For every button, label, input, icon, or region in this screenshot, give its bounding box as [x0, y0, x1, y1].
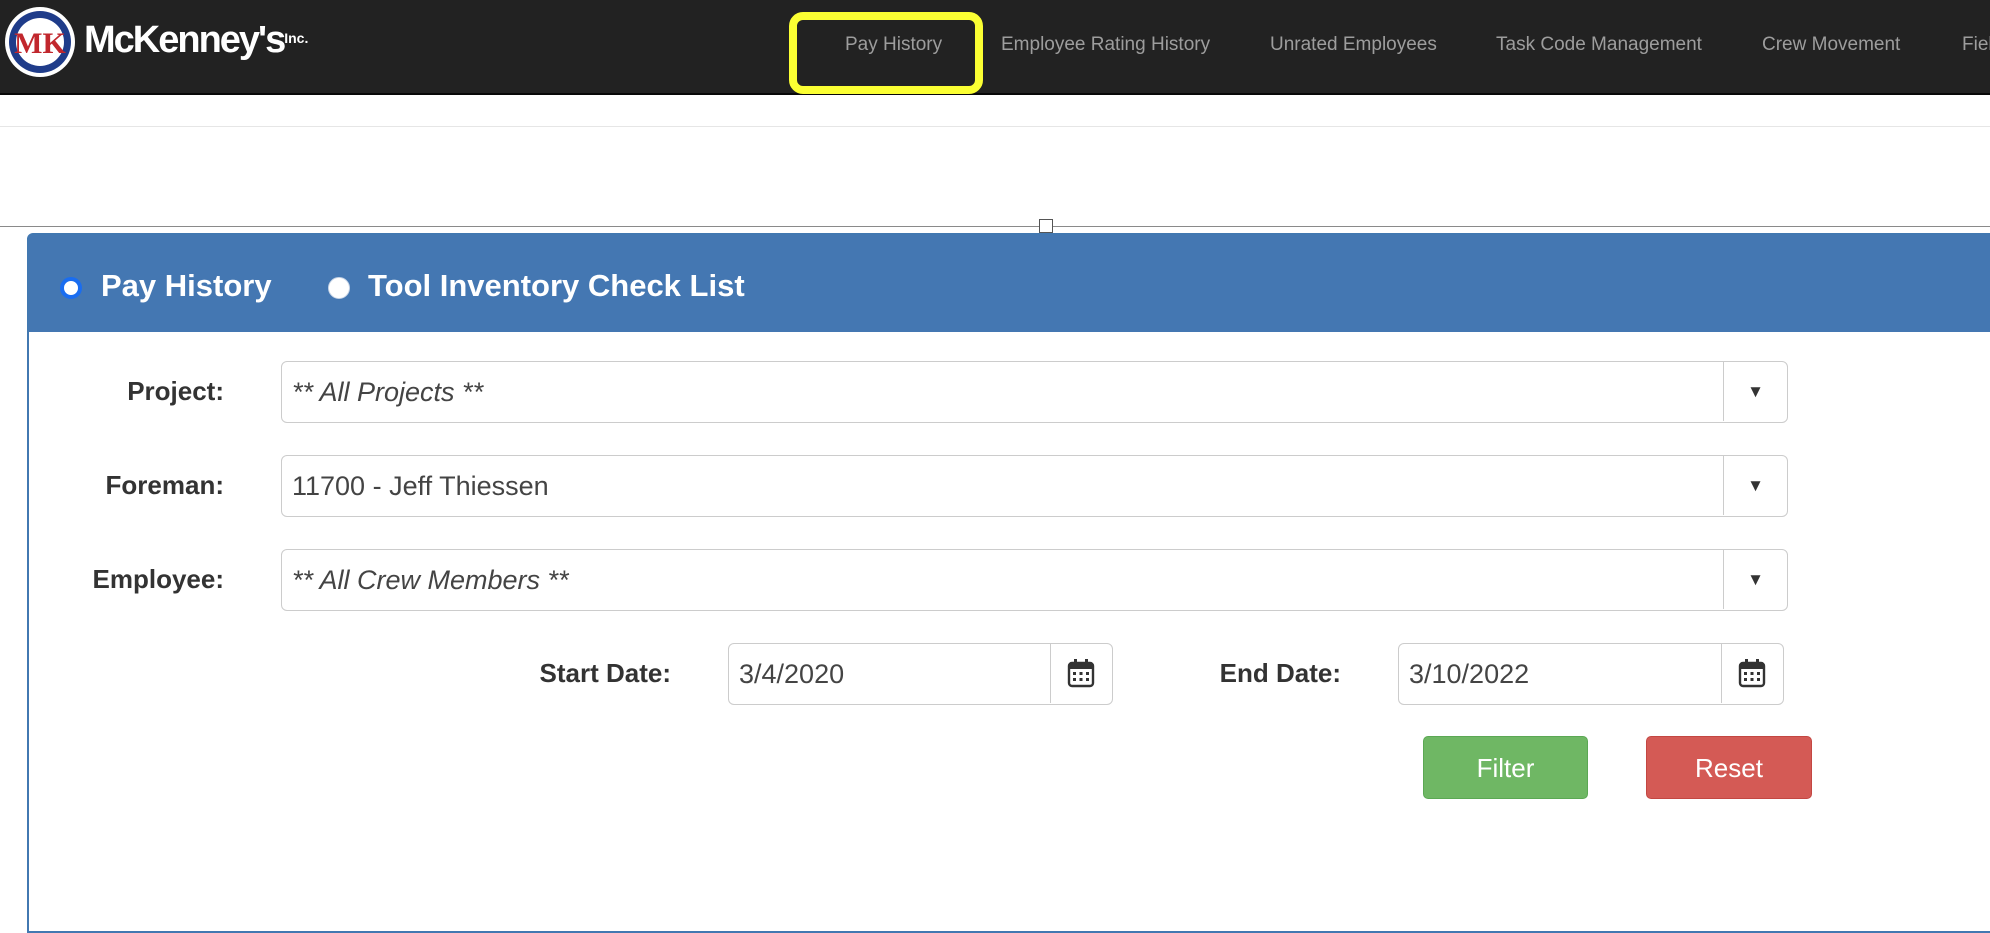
radio-label-tool-inventory[interactable]: Tool Inventory Check List: [368, 266, 745, 306]
mk-logo-icon[interactable]: MK: [4, 6, 76, 78]
divider: [0, 126, 1990, 127]
employee-select[interactable]: ** All Crew Members ** ▼: [281, 549, 1788, 611]
brand-text: McKenney's: [84, 19, 286, 61]
end-date-field[interactable]: 3/10/2022: [1398, 643, 1784, 705]
chevron-down-icon[interactable]: ▼: [1723, 550, 1787, 609]
radio-tool-inventory[interactable]: [328, 277, 350, 299]
brand-suffix: Inc.: [284, 30, 309, 46]
project-select[interactable]: ** All Projects ** ▼: [281, 361, 1788, 423]
calendar-icon: [1067, 659, 1095, 688]
chevron-down-icon[interactable]: ▼: [1723, 456, 1787, 515]
start-date-label: Start Date:: [539, 658, 671, 688]
nav-item-task-code-management[interactable]: Task Code Management: [1496, 0, 1702, 93]
employee-select-value: ** All Crew Members **: [292, 565, 569, 595]
start-date-field[interactable]: 3/4/2020: [728, 643, 1113, 705]
calendar-icon: [1738, 659, 1766, 688]
nav-item-employee-rating-history[interactable]: Employee Rating History: [1001, 0, 1210, 93]
nav-item-crew-movement[interactable]: Crew Movement: [1762, 0, 1900, 93]
logo-letters: MK: [14, 27, 66, 60]
start-date-calendar-button[interactable]: [1050, 644, 1112, 703]
filter-button[interactable]: Filter: [1423, 736, 1588, 799]
nav-item-pay-history[interactable]: Pay History: [845, 0, 942, 93]
nav-item-unrated-employees[interactable]: Unrated Employees: [1270, 0, 1437, 93]
radio-pay-history[interactable]: [60, 277, 82, 299]
top-navbar: MK McKenney'sInc. Pay History Employee R…: [0, 0, 1990, 95]
panel-heading: Pay History Tool Inventory Check List: [29, 235, 1990, 332]
radio-label-pay-history[interactable]: Pay History: [101, 266, 272, 306]
foreman-select-value: 11700 - Jeff Thiessen: [292, 471, 549, 501]
project-label: Project:: [127, 376, 224, 406]
end-date-calendar-button[interactable]: [1721, 644, 1783, 703]
foreman-select[interactable]: 11700 - Jeff Thiessen ▼: [281, 455, 1788, 517]
end-date-value: 3/10/2022: [1409, 659, 1530, 689]
nav-item-field[interactable]: Fiel: [1962, 0, 1990, 93]
end-date-label: End Date:: [1219, 658, 1341, 688]
chevron-down-icon[interactable]: ▼: [1723, 362, 1787, 421]
reset-button[interactable]: Reset: [1646, 736, 1812, 799]
employee-label: Employee:: [92, 564, 225, 594]
resize-handle[interactable]: [1039, 219, 1053, 233]
foreman-label: Foreman:: [105, 470, 224, 500]
start-date-value: 3/4/2020: [739, 659, 845, 689]
project-select-value: ** All Projects **: [292, 377, 484, 407]
divider: [0, 226, 1990, 227]
brand-name[interactable]: McKenney'sInc.: [84, 16, 308, 64]
